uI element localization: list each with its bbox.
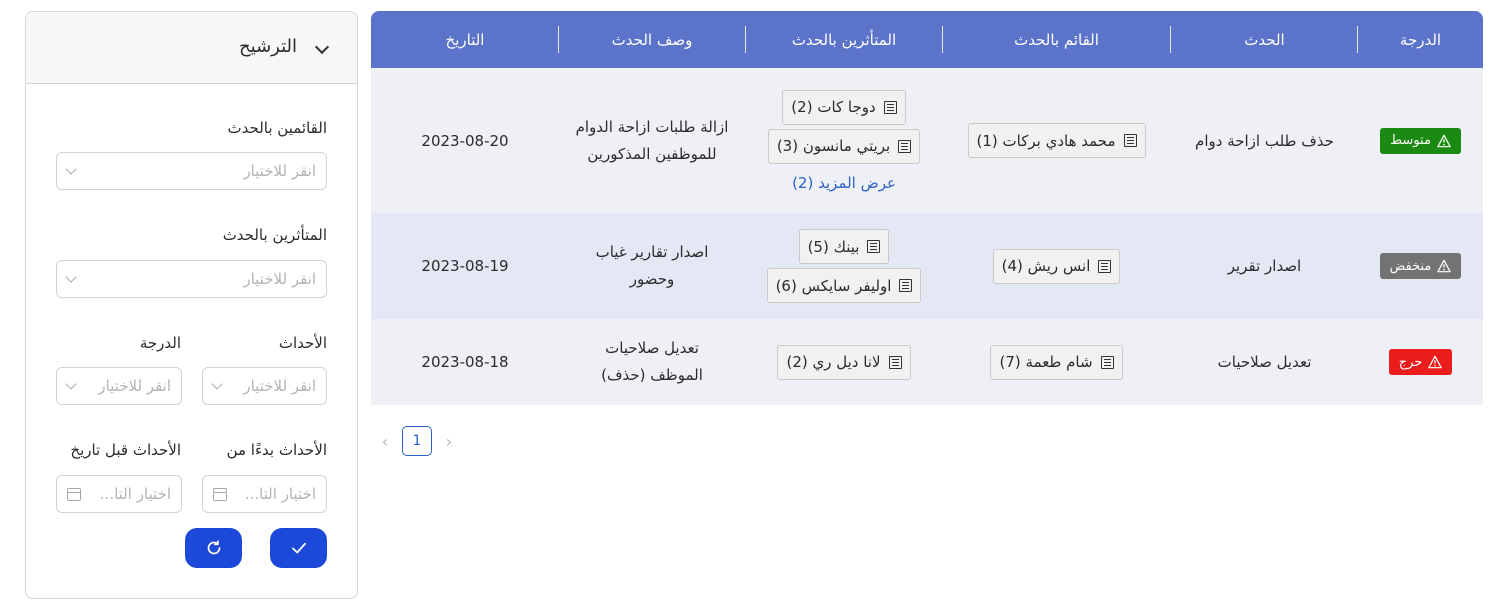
description-line: للموظفين المذكورين: [587, 144, 717, 163]
event-date: 2023-08-20: [421, 131, 509, 150]
chip-label: بريتي مانسون (3): [776, 137, 891, 155]
document-list-icon: [1098, 259, 1112, 273]
event-name: حذف طلب ازاحة دوام: [1195, 131, 1334, 150]
filter-panel: الترشيح القائمين بالحدث انقر للاختيار ال…: [25, 11, 358, 599]
refresh-icon: [207, 540, 220, 555]
grade-label: متوسط: [1390, 133, 1431, 148]
document-list-icon: [898, 139, 912, 153]
affected-label: المتأثرين بالحدث: [222, 226, 327, 244]
description-line: اصدار تقارير غياب: [595, 243, 709, 261]
chip-label: شام طعمة (7): [999, 353, 1093, 371]
actor-chip[interactable]: محمد هادي بركات (1): [967, 123, 1146, 158]
event-name: تعديل صلاحيات: [1217, 353, 1312, 371]
description-line: الموظف (حذف): [601, 366, 703, 384]
reset-filter-button[interactable]: [185, 528, 242, 568]
events-select[interactable]: انقر للاختيار: [202, 367, 327, 405]
chip-label: لانا ديل ري (2): [786, 353, 881, 371]
grade-select[interactable]: انقر للاختيار: [56, 367, 182, 405]
actors-placeholder: انقر للاختيار: [243, 162, 316, 180]
grade-badge: منخفض: [1379, 253, 1462, 279]
grade-label: منخفض: [1389, 258, 1432, 274]
before-date-label: الأحداث قبل تاريخ: [70, 441, 181, 459]
grade-badge: حرج: [1388, 349, 1453, 375]
document-list-icon: [1123, 134, 1137, 147]
page-number-button[interactable]: 1: [402, 426, 432, 456]
grade-placeholder: انقر للاختيار: [98, 377, 171, 395]
warning-triangle-icon: [1428, 355, 1443, 369]
header-actor: القائم بالحدث: [1014, 30, 1099, 49]
actors-label: القائمين بالحدث: [227, 119, 327, 137]
header-affected: المتأثرين بالحدث: [791, 30, 897, 49]
calendar-icon: [213, 487, 227, 501]
grade-label: حرج: [1398, 354, 1423, 370]
from-date-label: الأحداث بدءًا من: [226, 441, 327, 459]
filter-panel-header[interactable]: الترشيح: [26, 12, 357, 84]
from-date-picker[interactable]: اختيار التا...: [202, 475, 327, 513]
affected-person-chip[interactable]: اوليفر سايكس (6): [766, 268, 922, 303]
before-date-placeholder: اختيار التا...: [99, 485, 171, 503]
affected-select[interactable]: انقر للاختيار: [56, 260, 327, 298]
check-icon: [291, 542, 306, 554]
events-label: الأحداث: [278, 334, 327, 352]
warning-triangle-icon: [1437, 259, 1452, 273]
affected-person-chip[interactable]: لانا ديل ري (2): [777, 344, 911, 380]
apply-filter-button[interactable]: [270, 528, 327, 568]
chip-label: بينك (5): [807, 237, 860, 256]
grade-badge: متوسط: [1380, 127, 1461, 154]
chip-label: اوليفر سايكس (6): [775, 276, 892, 295]
events-table: التاريخ وصف الحدث المتأثرين بالحدث القائ…: [371, 11, 1483, 405]
chevron-left-icon[interactable]: ‹: [378, 432, 392, 451]
calendar-icon: [67, 487, 81, 501]
events-placeholder: انقر للاختيار: [243, 377, 316, 395]
event-description: اصدار تقارير غياب وحضور: [596, 239, 709, 293]
document-list-icon: [867, 240, 881, 253]
affected-placeholder: انقر للاختيار: [243, 270, 316, 288]
affected-person-chip[interactable]: دوجا كات (2): [782, 89, 906, 125]
table-row: 2023-08-20 ازالة طلبات ازاحة الدوام للمو…: [371, 68, 1483, 213]
description-line: وحضور: [629, 270, 675, 288]
event-date: 2023-08-19: [421, 257, 509, 275]
actor-chip[interactable]: انس ريش (4): [992, 248, 1121, 284]
document-list-icon: [888, 355, 902, 369]
header-description: وصف الحدث: [611, 30, 693, 49]
table-row: 2023-08-18 تعديل صلاحيات الموظف (حذف) لا…: [371, 319, 1483, 405]
actor-chip[interactable]: شام طعمة (7): [990, 344, 1123, 380]
table-row: 2023-08-19 اصدار تقارير غياب وحضور بينك …: [371, 213, 1483, 319]
actors-select[interactable]: انقر للاختيار: [56, 152, 327, 190]
description-line: ازالة طلبات ازاحة الدوام: [575, 117, 729, 136]
event-description: تعديل صلاحيات الموظف (حذف): [601, 335, 703, 389]
event-name: اصدار تقرير: [1227, 257, 1302, 275]
pagination: ‹ 1 ›: [378, 426, 456, 456]
chip-label: انس ريش (4): [1001, 257, 1091, 275]
document-list-icon: [1100, 355, 1114, 369]
header-date: التاريخ: [445, 30, 485, 49]
chevron-down-icon[interactable]: [314, 39, 330, 55]
event-date: 2023-08-18: [421, 353, 509, 371]
document-list-icon: [899, 279, 913, 292]
before-date-picker[interactable]: اختيار التا...: [56, 475, 182, 513]
table-header: التاريخ وصف الحدث المتأثرين بالحدث القائ…: [371, 11, 1483, 68]
header-grade: الدرجة: [1399, 30, 1442, 49]
description-line: تعديل صلاحيات: [605, 339, 699, 357]
affected-person-chip[interactable]: بريتي مانسون (3): [767, 128, 921, 164]
chevron-right-icon[interactable]: ›: [442, 432, 456, 451]
event-description: ازالة طلبات ازاحة الدوام للموظفين المذكو…: [576, 114, 729, 168]
affected-person-chip[interactable]: بينك (5): [798, 229, 890, 264]
show-more-link[interactable]: عرض المزيد (2): [792, 174, 896, 192]
warning-triangle-icon: [1437, 134, 1451, 147]
chip-label: دوجا كات (2): [791, 98, 876, 116]
grade-label: الدرجة: [139, 334, 181, 352]
filter-title: الترشيح: [239, 36, 297, 57]
document-list-icon: [883, 100, 897, 114]
chip-label: محمد هادي بركات (1): [976, 131, 1116, 150]
from-date-placeholder: اختيار التا...: [244, 485, 316, 503]
header-event: الحدث: [1244, 30, 1285, 49]
